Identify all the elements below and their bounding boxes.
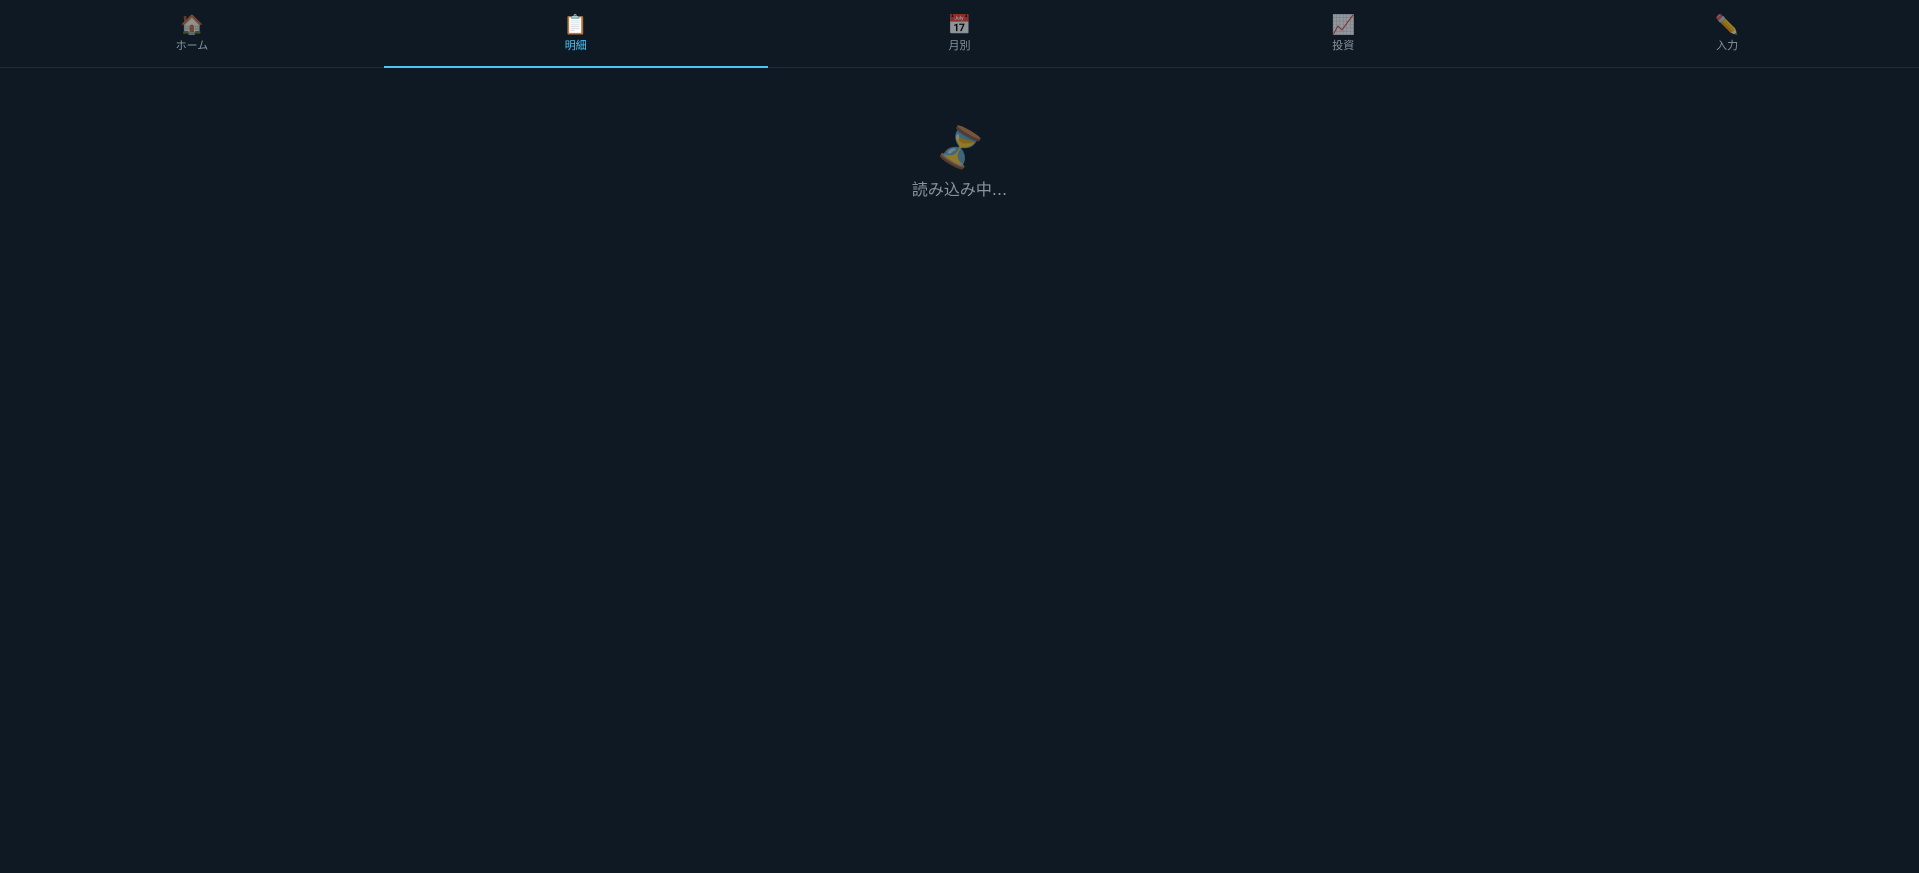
tab-investment[interactable]: 📈 投資: [1151, 0, 1535, 67]
home-icon: 🏠: [180, 14, 204, 36]
tab-home[interactable]: 🏠 ホーム: [0, 0, 384, 67]
tab-label: 月別: [948, 39, 971, 52]
clipboard-icon: 📋: [563, 14, 588, 36]
tab-label: ホーム: [175, 39, 209, 52]
chart-increasing-icon: 📈: [1331, 14, 1356, 36]
loading-indicator: ⏳ 読み込み中...: [0, 120, 1919, 200]
hourglass-icon: ⏳: [930, 119, 990, 178]
tab-bar: 🏠 ホーム 📋 明細 📅 月別 📈 投資 ✏️ 入力: [0, 0, 1919, 68]
tab-label: 投資: [1332, 39, 1355, 52]
tab-label: 明細: [564, 39, 587, 52]
tab-details[interactable]: 📋 明細: [383, 0, 768, 68]
tab-label: 入力: [1716, 39, 1739, 52]
calendar-icon: 📅: [947, 14, 972, 36]
tab-input[interactable]: ✏️ 入力: [1535, 0, 1919, 67]
tab-monthly[interactable]: 📅 月別: [768, 0, 1152, 67]
pencil-icon: ✏️: [1715, 14, 1739, 36]
loading-text: 読み込み中...: [911, 180, 1008, 199]
